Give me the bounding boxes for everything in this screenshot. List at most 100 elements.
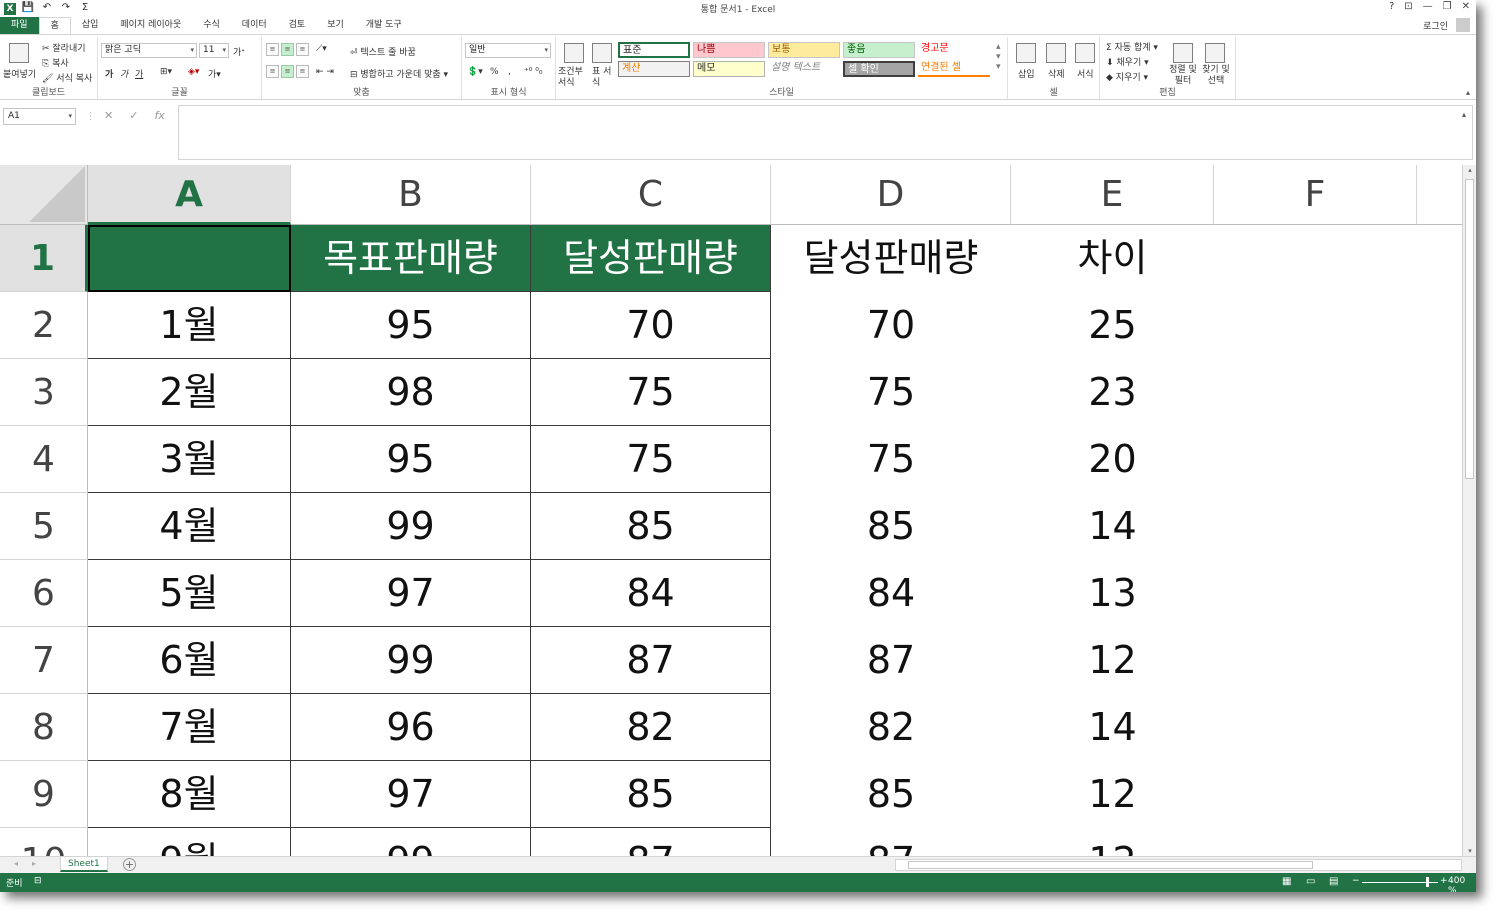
- help-icon[interactable]: ?: [1389, 1, 1394, 12]
- collapse-formula-icon[interactable]: ▴: [1462, 110, 1466, 119]
- align-left-icon[interactable]: ≡: [266, 65, 279, 78]
- percent-button[interactable]: %: [490, 67, 499, 77]
- cell-d6[interactable]: 84: [771, 560, 1011, 627]
- cell-a7[interactable]: 6월: [88, 627, 291, 694]
- restore-icon[interactable]: ❐: [1443, 1, 1452, 12]
- page-layout-view-icon[interactable]: ▭: [1306, 876, 1315, 887]
- cell-b2[interactable]: 95: [291, 292, 531, 359]
- bold-button[interactable]: 가: [105, 67, 113, 80]
- cell-c10[interactable]: 87: [531, 828, 771, 856]
- format-cells-button[interactable]: 서식: [1077, 67, 1094, 80]
- cancel-icon[interactable]: ✕: [104, 109, 113, 122]
- tab-formulas[interactable]: 수식: [192, 17, 231, 34]
- row-header-10[interactable]: 10: [0, 828, 88, 856]
- font-name-select[interactable]: 맑은 고딕 ▾: [101, 43, 197, 58]
- cell-d8[interactable]: 82: [771, 694, 1011, 761]
- indent-icon[interactable]: ⇤ ⇥: [316, 67, 334, 77]
- cell-a8[interactable]: 7월: [88, 694, 291, 761]
- tab-view[interactable]: 보기: [316, 17, 355, 34]
- underline-button[interactable]: 가: [135, 67, 143, 80]
- borders-icon[interactable]: ⊞▾: [160, 67, 172, 77]
- paste-button[interactable]: 붙여넣기: [3, 67, 36, 80]
- font-color-icon[interactable]: 가▾: [208, 67, 221, 80]
- cell-e7[interactable]: 12: [1011, 627, 1214, 694]
- column-header-c[interactable]: C: [531, 165, 771, 225]
- font-size-select[interactable]: 11 ▾: [199, 43, 229, 58]
- conditional-format-icon[interactable]: [564, 43, 584, 63]
- cell-e6[interactable]: 13: [1011, 560, 1214, 627]
- cell-c3[interactable]: 75: [531, 359, 771, 426]
- column-header-d[interactable]: D: [771, 165, 1011, 225]
- column-header-a[interactable]: A: [88, 165, 291, 225]
- find-select-icon[interactable]: [1205, 43, 1225, 63]
- row-header-3[interactable]: 3: [0, 359, 88, 426]
- orientation-icon[interactable]: ⟋▾: [316, 44, 327, 54]
- tab-developer[interactable]: 개발 도구: [355, 17, 413, 34]
- autosum-button[interactable]: Σ 자동 합계 ▾: [1106, 40, 1158, 53]
- style-calculation[interactable]: 계산: [618, 61, 690, 77]
- cell-b10[interactable]: 99: [291, 828, 531, 856]
- row-header-6[interactable]: 6: [0, 560, 88, 627]
- fill-color-icon[interactable]: ◈▾: [188, 67, 199, 77]
- tab-data[interactable]: 데이터: [231, 17, 278, 34]
- sheet-prev-icon[interactable]: ◂: [14, 859, 18, 868]
- align-top-icon[interactable]: ≡: [266, 43, 279, 56]
- cell-a5[interactable]: 4월: [88, 493, 291, 560]
- cell-b4[interactable]: 95: [291, 426, 531, 493]
- cell-d1[interactable]: 달성판매량: [771, 225, 1011, 292]
- cell-b7[interactable]: 99: [291, 627, 531, 694]
- worksheet-grid[interactable]: A B C D E F 1 2 3 4 5 6 7 8 9 10 목표판매량 달…: [0, 165, 1462, 856]
- cell-c6[interactable]: 84: [531, 560, 771, 627]
- row-header-5[interactable]: 5: [0, 493, 88, 560]
- enter-icon[interactable]: ✓: [129, 109, 138, 122]
- horizontal-scroll-thumb[interactable]: [908, 861, 1313, 869]
- normal-view-icon[interactable]: ▦: [1282, 876, 1291, 887]
- scroll-down-icon[interactable]: ▾: [1463, 847, 1476, 855]
- cell-d10[interactable]: 87: [771, 828, 1011, 856]
- delete-cells-button[interactable]: 삭제: [1048, 67, 1065, 80]
- cell-b9[interactable]: 97: [291, 761, 531, 828]
- styles-scroll-icon[interactable]: ▴ ▾ ▾: [996, 42, 1001, 72]
- add-sheet-icon[interactable]: +: [123, 858, 136, 871]
- column-header-e[interactable]: E: [1011, 165, 1214, 225]
- sign-in-link[interactable]: 로그인: [1423, 19, 1448, 32]
- copy-button[interactable]: ⎘ 복사: [42, 56, 69, 69]
- sort-filter-button[interactable]: 정렬 및 필터: [1168, 65, 1198, 87]
- cell-e10[interactable]: 12: [1011, 828, 1214, 856]
- zoom-level[interactable]: 400 %: [1448, 876, 1476, 892]
- cell-d3[interactable]: 75: [771, 359, 1011, 426]
- cell-e9[interactable]: 12: [1011, 761, 1214, 828]
- cell-a2[interactable]: 1월: [88, 292, 291, 359]
- scroll-up-icon[interactable]: ▴: [1463, 166, 1476, 174]
- delete-cells-icon[interactable]: [1046, 43, 1066, 63]
- macro-record-icon[interactable]: ⊟: [34, 876, 42, 886]
- minimize-icon[interactable]: —: [1423, 1, 1433, 12]
- name-box[interactable]: A1 ▾: [3, 108, 76, 125]
- cell-e2[interactable]: 25: [1011, 292, 1214, 359]
- tab-file[interactable]: 파일: [0, 17, 39, 34]
- sheet-next-icon[interactable]: ▸: [32, 859, 36, 868]
- cell-c8[interactable]: 82: [531, 694, 771, 761]
- row-header-7[interactable]: 7: [0, 627, 88, 694]
- find-select-button[interactable]: 찾기 및 선택: [1200, 65, 1232, 87]
- cell-a4[interactable]: 3월: [88, 426, 291, 493]
- wrap-text-button[interactable]: ⏎ 텍스트 줄 바꿈: [350, 45, 416, 58]
- cell-c2[interactable]: 70: [531, 292, 771, 359]
- avatar[interactable]: [1456, 18, 1470, 32]
- style-bad[interactable]: 나쁨: [693, 42, 765, 58]
- cell-a10[interactable]: 9월: [88, 828, 291, 856]
- clear-button[interactable]: ◆ 지우기 ▾: [1106, 70, 1148, 83]
- insert-cells-button[interactable]: 삽입: [1018, 67, 1035, 80]
- sort-filter-icon[interactable]: [1173, 43, 1193, 63]
- tab-review[interactable]: 검토: [278, 17, 317, 34]
- style-neutral[interactable]: 보통: [768, 42, 840, 58]
- italic-button[interactable]: 가: [120, 67, 128, 80]
- cell-a3[interactable]: 2월: [88, 359, 291, 426]
- style-warning[interactable]: 경고문: [918, 42, 990, 58]
- align-right-icon[interactable]: ≡: [296, 65, 309, 78]
- cell-e3[interactable]: 23: [1011, 359, 1214, 426]
- close-icon[interactable]: ✕: [1462, 1, 1470, 12]
- vertical-scroll-thumb[interactable]: [1465, 179, 1474, 479]
- cell-b3[interactable]: 98: [291, 359, 531, 426]
- accounting-icon[interactable]: 💲▾: [467, 67, 483, 77]
